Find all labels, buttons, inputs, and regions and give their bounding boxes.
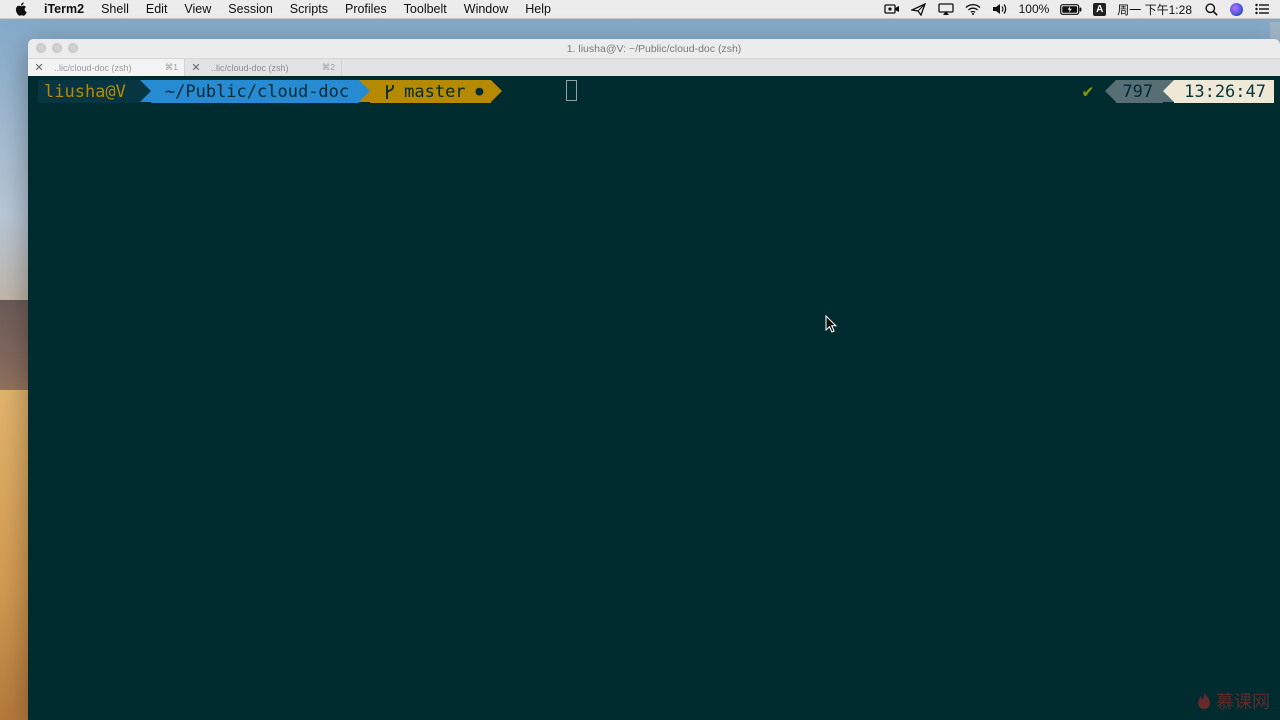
prompt-git-segment: master ● bbox=[370, 80, 492, 103]
tab-2[interactable]: ✕ ..lic/cloud-doc (zsh) ⌘2 bbox=[185, 59, 342, 76]
shell-prompt: liusha@V ~/Public/cloud-doc master ● bbox=[38, 80, 503, 103]
close-tab-icon[interactable]: ✕ bbox=[191, 61, 201, 74]
menu-toolbelt[interactable]: Toolbelt bbox=[404, 2, 447, 16]
watermark: 慕课网 bbox=[1196, 688, 1270, 714]
menu-scripts[interactable]: Scripts bbox=[290, 2, 328, 16]
prompt-separator bbox=[139, 80, 151, 102]
prompt-separator bbox=[491, 80, 503, 102]
prompt-time: 13:26:47 bbox=[1174, 80, 1274, 103]
prompt-path: ~/Public/cloud-doc bbox=[150, 80, 360, 103]
menu-profiles[interactable]: Profiles bbox=[345, 2, 387, 16]
wifi-icon[interactable] bbox=[965, 1, 981, 17]
zoom-window-button[interactable] bbox=[68, 43, 78, 53]
prompt-separator bbox=[1163, 80, 1175, 102]
tab-label: ..lic/cloud-doc (zsh) bbox=[211, 62, 289, 73]
menu-view[interactable]: View bbox=[184, 2, 211, 16]
input-method-icon[interactable]: A bbox=[1093, 2, 1107, 16]
screen-record-icon[interactable] bbox=[883, 1, 900, 17]
battery-percent: 100% bbox=[1018, 2, 1050, 16]
menu-shell[interactable]: Shell bbox=[101, 2, 129, 16]
tab-label: ..lic/cloud-doc (zsh) bbox=[54, 62, 132, 73]
volume-icon[interactable] bbox=[992, 1, 1008, 17]
spotlight-search-icon[interactable] bbox=[1203, 1, 1219, 17]
prompt-separator bbox=[359, 80, 371, 102]
close-tab-icon[interactable]: ✕ bbox=[34, 61, 44, 74]
window-title: 1. liusha@V: ~/Public/cloud-doc (zsh) bbox=[566, 42, 742, 55]
menu-bar: iTerm2 Shell Edit View Session Scripts P… bbox=[0, 0, 1280, 19]
clock-datetime[interactable]: 周一 下午1:28 bbox=[1117, 1, 1192, 18]
tab-bar: ✕ ..lic/cloud-doc (zsh) ⌘1 ✕ ..lic/cloud… bbox=[28, 59, 1280, 77]
notification-center-icon[interactable] bbox=[1254, 1, 1270, 17]
window-titlebar[interactable]: 1. liusha@V: ~/Public/cloud-doc (zsh) bbox=[28, 39, 1280, 59]
status-menu-area: 100% A 周一 下午1:28 bbox=[883, 0, 1270, 18]
prompt-separator bbox=[1105, 80, 1117, 102]
paper-plane-icon[interactable] bbox=[911, 1, 927, 17]
prompt-user-host: liusha@V bbox=[38, 80, 140, 103]
git-dirty-marker: ● bbox=[475, 84, 484, 99]
right-prompt: ✔ 797 13:26:47 bbox=[1074, 80, 1274, 103]
menu-window[interactable]: Window bbox=[464, 2, 508, 16]
tab-1[interactable]: ✕ ..lic/cloud-doc (zsh) ⌘1 bbox=[28, 59, 185, 76]
mouse-pointer-icon bbox=[825, 314, 838, 333]
airplay-icon[interactable] bbox=[937, 1, 954, 17]
watermark-text: 慕课网 bbox=[1216, 692, 1270, 713]
menu-help[interactable]: Help bbox=[525, 2, 551, 16]
menu-edit[interactable]: Edit bbox=[146, 2, 168, 16]
battery-icon[interactable] bbox=[1060, 1, 1082, 17]
exit-status-ok-icon: ✔ bbox=[1074, 80, 1106, 103]
git-branch-icon bbox=[384, 84, 396, 100]
apple-icon[interactable] bbox=[14, 2, 28, 16]
history-number: 797 bbox=[1116, 80, 1164, 103]
tab-shortcut: ⌘1 bbox=[164, 62, 178, 72]
menu-iterm2[interactable]: iTerm2 bbox=[44, 2, 84, 16]
git-branch-name: master bbox=[404, 81, 466, 102]
tab-shortcut: ⌘2 bbox=[321, 62, 335, 72]
close-window-button[interactable] bbox=[36, 43, 46, 53]
menu-session[interactable]: Session bbox=[228, 2, 272, 16]
terminal-pane[interactable]: liusha@V ~/Public/cloud-doc master ● ✔ 7… bbox=[28, 76, 1280, 720]
window-controls bbox=[36, 43, 78, 53]
terminal-cursor bbox=[566, 80, 577, 101]
siri-icon[interactable] bbox=[1230, 2, 1243, 16]
flame-logo-icon bbox=[1198, 692, 1210, 709]
minimize-window-button[interactable] bbox=[52, 43, 62, 53]
iterm-window: 1. liusha@V: ~/Public/cloud-doc (zsh) ✕ … bbox=[28, 39, 1280, 720]
